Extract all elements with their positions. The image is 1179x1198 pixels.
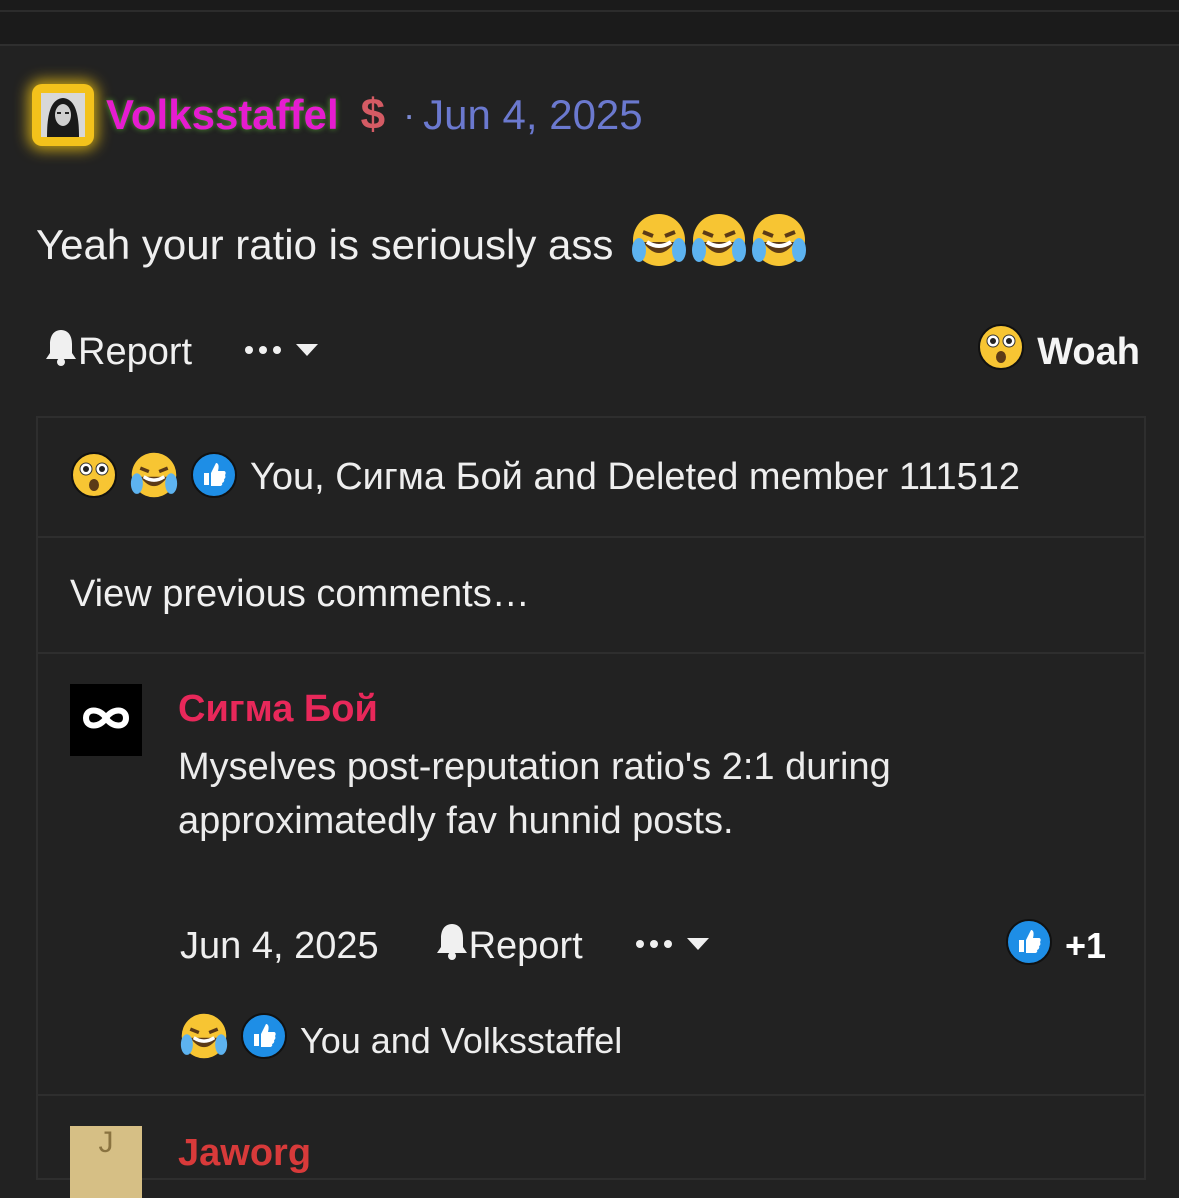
dollar-icon: $ [360,90,386,139]
user-avatar[interactable] [32,84,94,146]
comment-report-button[interactable]: Report [435,922,583,970]
post-header: Volksstaffel $ · Jun 4, 2025 [32,80,643,150]
joy-emoji-icon [180,1012,228,1069]
comment-date[interactable]: Jun 4, 2025 [180,925,379,968]
astonished-emoji-icon [977,323,1025,381]
report-label: Report [78,330,193,373]
like-icon [240,1012,288,1069]
astonished-emoji-icon [70,451,118,504]
like-icon [190,451,238,504]
chevron-down-icon [685,936,711,957]
react-button[interactable]: Woah [977,323,1140,381]
report-button[interactable]: Report [44,328,192,376]
comment-author[interactable]: Jaworg [178,1132,311,1175]
top-bar [0,0,1179,46]
joy-emoji-icon [751,212,807,278]
comment-more-options-button[interactable] [635,936,711,957]
more-dots-icon [635,937,675,955]
comments-panel: You, Сигма Бой and Deleted member 111512… [36,416,1146,1198]
chevron-down-icon [294,342,320,363]
joy-emoji-icon [631,212,687,278]
like-icon [1005,918,1053,975]
separator: · [403,94,416,135]
divider [0,44,1179,46]
comment-text: Myselves post-reputation ratio's 2:1 dur… [178,746,891,842]
view-previous-label: View previous comments… [70,572,530,615]
post-date[interactable]: Jun 4, 2025 [423,91,643,139]
reaction-icons [70,451,238,504]
joy-emoji-icon [691,212,747,278]
bell-icon [44,328,78,376]
more-dots-icon [244,343,284,361]
reactions-users: You, Сигма Бой and Deleted member 111512 [250,455,1021,498]
more-options-button[interactable] [244,342,320,363]
view-previous-comments-link[interactable]: View previous comments… [38,536,1144,654]
comment-item: J Jaworg [38,1094,1144,1198]
comment-avatar[interactable] [70,684,142,756]
comment-actions: Jun 4, 2025 Report +1 [180,916,1106,976]
post-text: Yeah your ratio is seriously ass [36,221,614,268]
like-count: +1 [1064,925,1106,966]
comment-reactions-summary[interactable]: You and Volksstaffel [180,1012,622,1069]
comment-avatar[interactable]: J [70,1126,142,1198]
report-label: Report [468,924,583,967]
reactions-summary[interactable]: You, Сигма Бой and Deleted member 111512 [38,418,1144,538]
comment-reactions-users: You and Volksstaffel [300,1019,623,1061]
comment-author[interactable]: Сигма Бой [178,688,378,731]
avatar-image [41,93,85,137]
post-emojis [627,212,807,278]
bell-icon [435,922,469,970]
comment-like-button[interactable]: +1 [1005,918,1106,975]
post-actions: Report Woah [44,322,1140,382]
post-body: Yeah your ratio is seriously ass [36,212,807,278]
joy-emoji-icon [130,451,178,504]
divider [0,10,1179,12]
post-username[interactable]: Volksstaffel [106,91,339,139]
comment-item: Сигма Бой Myselves post-reputation ratio… [38,652,1144,1096]
infinity-logo-icon [80,703,132,738]
react-label: Woah [1037,330,1140,373]
